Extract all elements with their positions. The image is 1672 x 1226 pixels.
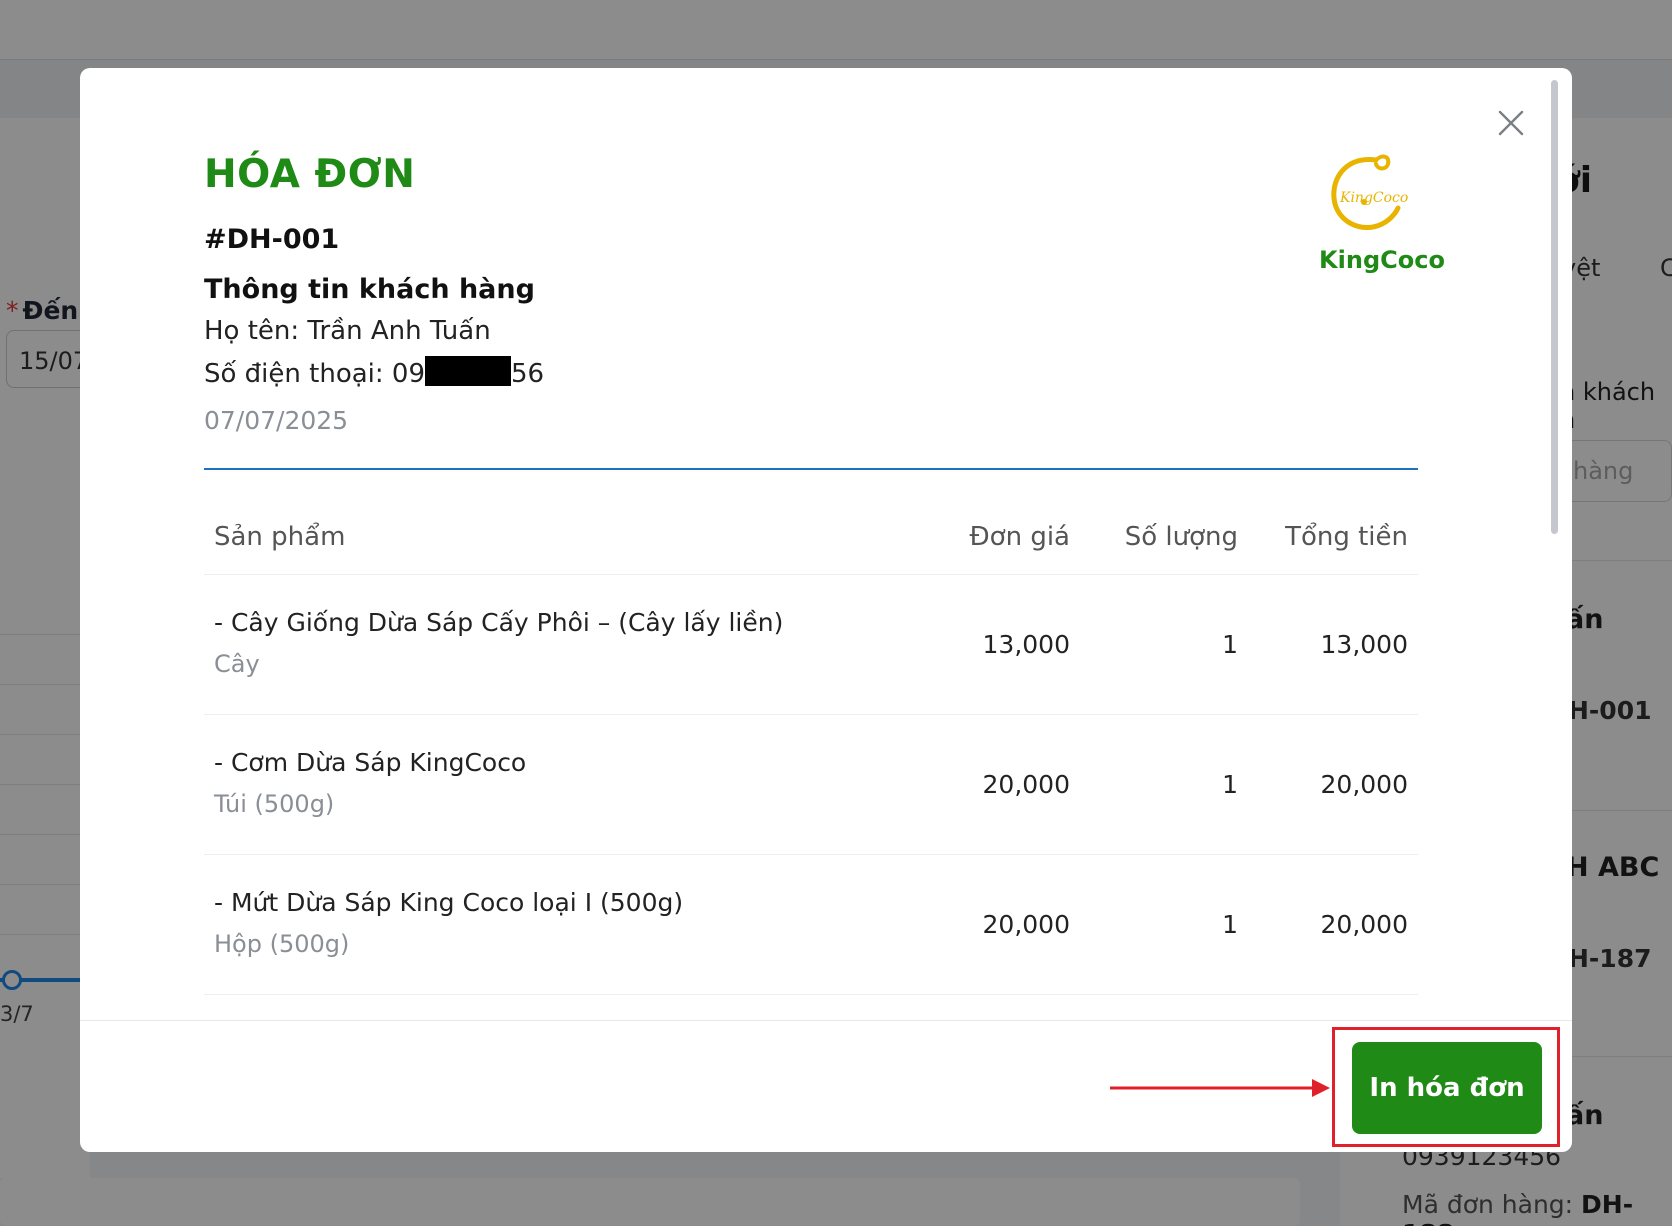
- col-header-quantity: Số lượng: [1124, 522, 1238, 552]
- product-name: - Cây Giống Dừa Sáp Cấy Phôi – (Cây lấy …: [214, 608, 784, 637]
- product-unit-price: 20,000: [982, 770, 1070, 799]
- row-divider: [204, 714, 1418, 715]
- product-unit: Cây: [214, 650, 260, 678]
- kingcoco-logo: KingCoco KingCoco: [1300, 150, 1450, 280]
- product-unit-price: 13,000: [982, 630, 1070, 659]
- customer-name: Họ tên: Trần Anh Tuấn: [204, 316, 491, 346]
- svg-text:KingCoco: KingCoco: [1339, 190, 1408, 206]
- product-total: 20,000: [1320, 770, 1408, 799]
- arrow-right-icon: [1110, 1079, 1330, 1097]
- product-quantity: 1: [1222, 910, 1238, 939]
- product-name: - Cơm Dừa Sáp KingCoco: [214, 748, 527, 777]
- logo-text: KingCoco: [1319, 246, 1445, 274]
- col-header-unit-price: Đơn giá: [969, 522, 1070, 552]
- product-unit: Hộp (500g): [214, 930, 350, 958]
- print-invoice-button[interactable]: In hóa đơn: [1352, 1042, 1542, 1134]
- product-quantity: 1: [1222, 770, 1238, 799]
- invoice-title: HÓA ĐƠN: [204, 152, 416, 197]
- invoice-date: 07/07/2025: [204, 406, 349, 435]
- header-divider: [204, 468, 1418, 470]
- product-total: 13,000: [1320, 630, 1408, 659]
- modal-scrollbar[interactable]: [1551, 80, 1558, 534]
- close-icon: [1498, 110, 1524, 136]
- product-quantity: 1: [1222, 630, 1238, 659]
- product-unit: Túi (500g): [214, 790, 335, 818]
- close-button[interactable]: [1488, 100, 1534, 146]
- kingcoco-logo-icon: KingCoco: [1331, 154, 1408, 231]
- order-code: #DH-001: [204, 224, 340, 255]
- redaction-mask: [425, 356, 511, 386]
- row-divider: [204, 574, 1418, 575]
- row-divider: [204, 854, 1418, 855]
- product-total: 20,000: [1320, 910, 1408, 939]
- footer-divider: [80, 1020, 1572, 1021]
- col-header-total: Tổng tiền: [1285, 522, 1408, 552]
- product-unit-price: 20,000: [982, 910, 1070, 939]
- row-divider: [204, 994, 1418, 995]
- customer-phone: Số điện thoại: 09 56: [204, 356, 544, 389]
- customer-info-heading: Thông tin khách hàng: [204, 274, 535, 305]
- col-header-product: Sản phẩm: [214, 522, 346, 552]
- product-name: - Mứt Dừa Sáp King Coco loại I (500g): [214, 888, 684, 917]
